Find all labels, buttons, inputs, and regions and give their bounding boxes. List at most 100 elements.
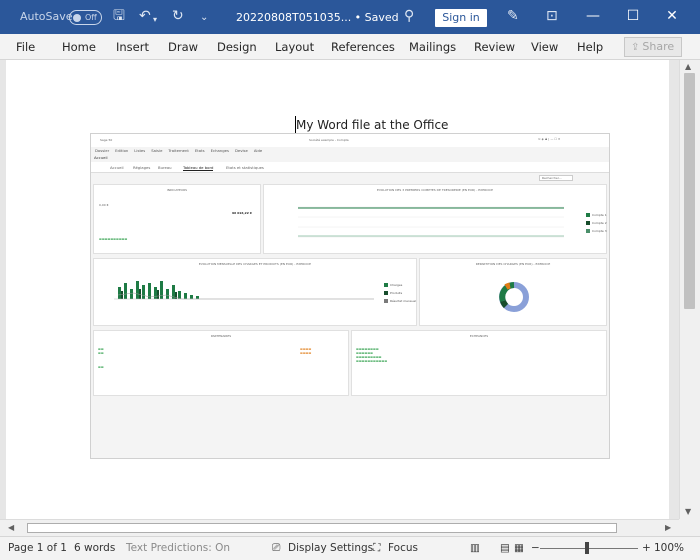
donut-chart [499,282,529,312]
embedded-home-label: Accueil [94,155,108,160]
embedded-card-donut: REPARTITION DES CHARGES (EN EUR) - EXERC… [419,258,607,326]
ribbon-menu: File Home Insert Draw Design Layout Refe… [0,34,700,60]
autosave-label: AutoSave [20,10,73,23]
embedded-menu-item: Dossier [95,148,110,153]
title-bar: AutoSave Off 🖫 ↶ ▾ ↻ ⌄ 20220808T051035..… [0,0,700,34]
save-icon[interactable]: 🖫 [113,8,125,24]
zoom-level[interactable]: 100% [654,542,684,554]
word-count[interactable]: 6 words [74,542,115,554]
undo-dropdown-icon[interactable]: ▾ [153,12,157,28]
menu-view[interactable]: View [531,40,558,54]
embedded-menu-item: Saisie [151,148,163,153]
embedded-tab: Réglages [133,165,151,170]
horizontal-scroll-thumb[interactable] [27,523,617,533]
monthly-chart [114,281,374,300]
indicator-small-value: 0,00 € [99,203,109,207]
scrollbar-corner [679,519,700,536]
embedded-window-icons: ⊙ ◈ ♟ | — ☐ ✕ [538,137,561,141]
close-button[interactable]: ✕ [662,7,682,25]
sign-in-button[interactable]: Sign in [435,9,487,27]
vertical-scroll-thumb[interactable] [684,73,695,309]
embedded-tabs: Accueil Réglages Bureau Tableau de bord … [91,162,609,173]
menu-insert[interactable]: Insert [116,40,149,54]
page-count[interactable]: Page 1 of 1 [8,542,67,554]
menu-draw[interactable]: Draw [168,40,198,54]
zoom-in-icon[interactable]: + [642,542,651,554]
embedded-tab-active: Tableau de bord [183,165,214,171]
embedded-tab: Etats et statistiques [226,165,264,170]
text-predictions-status[interactable]: Text Predictions: On [126,542,230,554]
scroll-down-icon[interactable]: ▼ [685,507,691,516]
menu-home[interactable]: Home [62,40,96,54]
scroll-left-icon[interactable]: ◀ [8,523,14,532]
menu-mailings[interactable]: Mailings [409,40,456,54]
zoom-slider-thumb[interactable] [585,542,589,554]
ribbon-display-icon[interactable]: ⊡ [546,8,558,24]
display-settings-icon[interactable]: ⎚ [272,542,280,555]
redo-icon[interactable]: ↻ [172,8,184,24]
scroll-up-icon[interactable]: ▲ [685,62,691,71]
embedded-search: Rechercher... [539,175,573,181]
partner-amount: ▬▬▬▬ [300,351,312,355]
status-bar: Page 1 of 1 6 words Text Predictions: On… [0,536,700,560]
maximize-button[interactable]: ☐ [623,7,643,25]
menu-help[interactable]: Help [577,40,603,54]
embedded-window-title: Société exemple - Compta [309,138,349,142]
focus-icon[interactable]: ⛶ [373,542,380,555]
embedded-menu-item: Echanges [210,148,229,153]
document-text[interactable]: My Word file at the Office [296,118,448,132]
embedded-menu-item: Devise [234,148,248,153]
menu-layout[interactable]: Layout [275,40,314,54]
web-layout-icon[interactable]: ▦ [514,542,524,554]
word-window: AutoSave Off 🖫 ↶ ▾ ↻ ⌄ 20220808T051035..… [0,0,700,560]
embedded-menu-item: Aide [253,148,263,153]
menu-design[interactable]: Design [217,40,257,54]
document-title[interactable]: 20220808T051035... • Saved [236,11,399,24]
embedded-app-title: Sage 50 [100,138,113,142]
card-title: ECHEANCES [469,334,489,338]
menu-review[interactable]: Review [474,40,515,54]
embedded-tab: Accueil [110,165,124,170]
card-title: INDICATEURS [166,188,188,192]
legend-item: Produits [384,291,402,295]
print-layout-icon[interactable]: ▤ [500,542,510,554]
vertical-scrollbar[interactable]: ▲ ▼ [679,60,700,519]
display-settings-button[interactable]: Display Settings [288,542,373,554]
embedded-card-indicators: INDICATEURS 0,00 € 96 016,22 € ▬▬▬▬▬▬▬▬▬… [93,184,261,254]
legend-item: Compte 1 [586,213,607,217]
designer-icon[interactable]: ✎ [507,8,519,24]
embedded-card-echeances: ECHEANCES ▬▬▬▬▬▬▬▬ ▬▬▬▬▬▬ ▬▬▬▬▬▬▬▬▬ ▬▬▬▬… [351,330,607,396]
card-title: PARTENAIRES [210,334,232,338]
focus-button[interactable]: Focus [388,542,418,554]
echeance-link: ▬▬▬▬▬▬▬▬▬▬▬ [356,359,388,363]
partner-code: ▬▬ [98,351,104,355]
menu-references[interactable]: References [331,40,395,54]
search-icon[interactable]: ⚲ [404,8,414,24]
minimize-button[interactable]: — [583,7,603,25]
legend-item: Résultat mensuel [384,299,416,303]
share-icon: ⇪ [631,42,640,53]
share-button[interactable]: ⇪ Share [624,37,682,57]
treasury-chart [298,206,564,238]
embedded-menu: Dossier Edition Listes Saisie Traitement… [95,148,262,153]
indicator-link: ▬▬▬▬▬▬▬▬▬▬ [99,237,128,241]
scroll-right-icon[interactable]: ▶ [665,523,671,532]
embedded-titlebar: Sage 50 Société exemple - Compta ⊙ ◈ ♟ |… [91,134,609,147]
customize-toolbar-icon[interactable]: ⌄ [200,10,208,26]
zoom-out-icon[interactable]: − [531,542,540,554]
embedded-menu-item: Listes [134,148,146,153]
horizontal-scrollbar[interactable]: ◀ ▶ [0,519,679,536]
undo-icon[interactable]: ↶ [139,8,151,24]
menu-file[interactable]: File [16,40,35,54]
autosave-toggle[interactable]: Off [69,10,102,25]
read-mode-icon[interactable]: ▥ [470,542,480,554]
legend-item: Charges [384,283,402,287]
partner-code: ▬▬ [98,365,104,369]
zoom-slider[interactable] [540,548,638,549]
embedded-menu-item: Etats [194,148,205,153]
embedded-menu-item: Edition [115,148,129,153]
embedded-card-monthly: EVOLUTION MENSUELLE DES CHARGES ET PRODU… [93,258,417,326]
embedded-dashboard-image[interactable]: Sage 50 Société exemple - Compta ⊙ ◈ ♟ |… [90,133,610,459]
embedded-menu-item: Traitement [168,148,189,153]
indicator-value: 96 016,22 € [232,211,252,215]
